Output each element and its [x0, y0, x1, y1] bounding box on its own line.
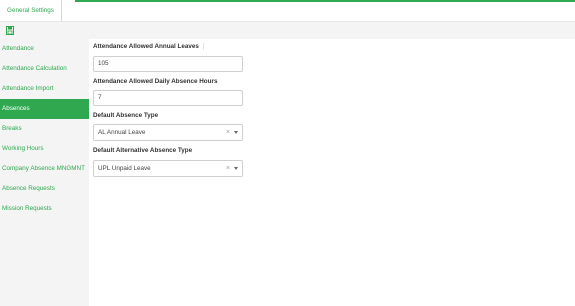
clear-icon[interactable]: ×	[226, 161, 230, 176]
absence-type-value: AL Annual Leave	[98, 129, 146, 136]
sidebar-item-working-hours[interactable]: Working Hours	[0, 139, 89, 159]
chevron-down-icon[interactable]	[234, 131, 238, 134]
sidebar-item-absence-requests[interactable]: Absence Requests	[0, 179, 89, 199]
chevron-down-icon[interactable]	[234, 167, 238, 170]
annual-leaves-label: Attendance Allowed Annual Leaves	[93, 43, 204, 50]
top-accent-line	[75, 0, 575, 2]
toolbar	[0, 21, 575, 39]
annual-leaves-input[interactable]: 105	[93, 56, 243, 72]
save-icon[interactable]	[6, 26, 14, 35]
clear-icon[interactable]: ×	[226, 125, 230, 140]
sidebar-item-company-absence-mngmnt[interactable]: Company Absence MNGMNT	[0, 159, 89, 179]
sidebar-item-breaks[interactable]: Breaks	[0, 119, 89, 139]
sidebar-item-attendance[interactable]: Attendance	[0, 39, 89, 59]
tab-general-settings[interactable]: General Settings	[0, 0, 62, 21]
absence-type-label: Default Absence Type	[93, 112, 159, 119]
sidebar-item-mission-requests[interactable]: Mission Requests	[0, 199, 89, 219]
sidebar-item-attendance-calculation[interactable]: Attendance Calculation	[0, 59, 89, 79]
sidebar-item-absences[interactable]: Absences	[0, 99, 89, 119]
alt-absence-type-label: Default Alternative Absence Type	[93, 147, 193, 154]
sidebar: Attendance Attendance Calculation Attend…	[0, 39, 89, 306]
daily-absence-input[interactable]: 7	[93, 90, 243, 106]
sidebar-item-attendance-import[interactable]: Attendance Import	[0, 79, 89, 99]
alt-absence-type-value: UPL Unpaid Leave	[98, 165, 151, 172]
alt-absence-type-select[interactable]: UPL Unpaid Leave ×	[93, 160, 243, 177]
settings-panel: Attendance Allowed Annual Leaves 105 Att…	[89, 39, 575, 306]
absence-type-select[interactable]: AL Annual Leave ×	[93, 124, 243, 141]
tab-bar: General Settings	[0, 0, 575, 21]
daily-absence-label: Attendance Allowed Daily Absence Hours	[93, 78, 218, 85]
